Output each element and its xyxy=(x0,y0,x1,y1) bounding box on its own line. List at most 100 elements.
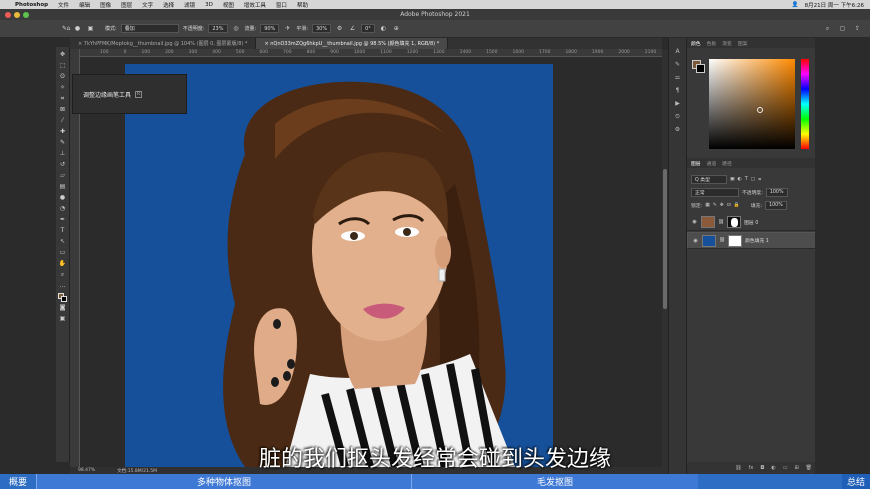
history-panel-icon[interactable]: ⏲ xyxy=(673,113,682,121)
minimize-window-button[interactable] xyxy=(14,12,20,18)
chain-link-icon[interactable]: ⛓ xyxy=(719,238,725,243)
airbrush-icon[interactable]: ✈ xyxy=(283,25,292,33)
tab-gradients[interactable]: 渐变 xyxy=(722,40,732,47)
filter-image-icon[interactable]: ▣ xyxy=(730,177,735,182)
smooth-settings-icon[interactable]: ⚙ xyxy=(335,25,344,33)
eraser-tool-icon[interactable]: ▱ xyxy=(58,172,67,180)
chapter-hair-cutout[interactable]: 毛发抠图 xyxy=(411,474,698,489)
healing-tool-icon[interactable]: ✚ xyxy=(58,128,67,136)
menu-select[interactable]: 选择 xyxy=(158,1,179,9)
visibility-eye-icon[interactable]: ◉ xyxy=(691,219,698,225)
pen-tool-icon[interactable]: ✒ xyxy=(58,216,67,224)
lock-move-icon[interactable]: ✥ xyxy=(720,203,724,208)
menu-plugins[interactable]: 增效工具 xyxy=(239,1,271,9)
lock-artboard-icon[interactable]: ⊡ xyxy=(727,203,731,208)
tab-patterns[interactable]: 图案 xyxy=(738,40,748,47)
screen-mode-icon[interactable]: ▣ xyxy=(58,315,67,323)
dodge-tool-icon[interactable]: ◔ xyxy=(58,205,67,213)
blur-tool-icon[interactable]: ● xyxy=(58,194,67,202)
search-icon[interactable]: ⌕ xyxy=(823,25,832,33)
flow-input[interactable]: 90% xyxy=(260,24,280,33)
hand-tool-icon[interactable]: ✋ xyxy=(58,260,67,268)
actions-panel-icon[interactable]: ▶ xyxy=(673,100,682,108)
menu-type[interactable]: 文字 xyxy=(137,1,158,9)
adjustments-panel-icon[interactable]: ⚌ xyxy=(673,74,682,82)
chapter-multiple-objects[interactable]: 多种物体抠图 xyxy=(36,474,411,489)
chapter-gap[interactable] xyxy=(698,474,842,489)
type-tool-icon[interactable]: T xyxy=(58,227,67,235)
color-picker-cursor[interactable] xyxy=(757,107,763,113)
layer-thumbnail[interactable] xyxy=(702,234,716,247)
tab-swatches[interactable]: 色板 xyxy=(707,40,717,47)
home-icon[interactable]: ⌂ xyxy=(64,25,73,33)
chain-link-icon[interactable]: ⛓ xyxy=(718,220,724,225)
pressure-size-icon[interactable]: ◐ xyxy=(379,25,388,33)
canvas-area[interactable] xyxy=(80,57,662,467)
menu-3d[interactable]: 3D xyxy=(200,2,218,8)
lasso-tool-icon[interactable]: ʘ xyxy=(58,73,67,81)
visibility-eye-icon[interactable]: ◉ xyxy=(692,238,699,244)
tab-channels[interactable]: 通道 xyxy=(707,160,717,167)
eyedropper-tool-icon[interactable]: ⁄ xyxy=(58,117,67,125)
scrollbar-thumb[interactable] xyxy=(663,169,667,309)
workspace-icon[interactable]: ▢ xyxy=(838,25,847,33)
menubar-clock[interactable]: 8月21日 周一 下午6:26 xyxy=(805,1,864,9)
background-color-swatch[interactable] xyxy=(696,64,705,73)
layer-opacity-input[interactable]: 100% xyxy=(765,188,788,197)
history-brush-tool-icon[interactable]: ↺ xyxy=(58,161,67,169)
angle-input[interactable]: 0° xyxy=(361,24,375,33)
smooth-input[interactable]: 30% xyxy=(312,24,332,33)
opacity-input[interactable]: 23% xyxy=(208,24,228,33)
close-window-button[interactable] xyxy=(5,12,11,18)
marquee-tool-icon[interactable]: ⬚ xyxy=(58,62,67,70)
frame-tool-icon[interactable]: ⊠ xyxy=(58,106,67,114)
menu-layer[interactable]: 图层 xyxy=(116,1,137,9)
stamp-tool-icon[interactable]: ⊥ xyxy=(58,150,67,158)
shape-tool-icon[interactable]: ▭ xyxy=(58,249,67,257)
lock-paint-icon[interactable]: ✎ xyxy=(713,203,717,208)
quick-mask-icon[interactable]: ◙ xyxy=(58,304,67,312)
layer-name[interactable]: 颜色填充 1 xyxy=(745,237,769,244)
layer-mask-thumbnail[interactable] xyxy=(728,234,743,247)
more-tools-icon[interactable]: … xyxy=(58,282,67,290)
brush-size-icon[interactable]: ● xyxy=(73,25,82,33)
filter-shape-icon[interactable]: ▢ xyxy=(751,177,756,182)
mode-select[interactable]: 叠加 xyxy=(120,24,179,33)
chapter-overview[interactable]: 概要 xyxy=(0,474,36,489)
path-select-tool-icon[interactable]: ↖ xyxy=(58,238,67,246)
tab-layers[interactable]: 图层 xyxy=(691,160,701,167)
brush-panel-icon[interactable]: ✎ xyxy=(673,61,682,69)
character-panel-icon[interactable]: A xyxy=(673,48,682,56)
gradient-tool-icon[interactable]: ▤ xyxy=(58,183,67,191)
layer-filter-select[interactable]: Q 类型 xyxy=(691,175,727,184)
filter-smart-icon[interactable]: ⌗ xyxy=(758,177,761,183)
layer-thumbnail[interactable] xyxy=(701,216,715,228)
tab-document-2[interactable]: × nQnO33mZQg6hkpU__thumbnail.jpg @ 98.5%… xyxy=(256,38,449,49)
menu-window[interactable]: 窗口 xyxy=(271,1,292,9)
zoom-tool-icon[interactable]: ⌕ xyxy=(58,271,67,279)
pressure-opacity-icon[interactable]: ◎ xyxy=(232,25,241,33)
color-picker-field[interactable] xyxy=(709,59,795,149)
properties-panel-icon[interactable]: ⚙ xyxy=(673,126,682,134)
paragraph-panel-icon[interactable]: ¶ xyxy=(673,87,682,95)
chapter-summary[interactable]: 总结 xyxy=(842,474,870,489)
layer-name[interactable]: 图层 0 xyxy=(744,219,758,226)
filter-type-icon[interactable]: T xyxy=(745,177,748,182)
menu-app-name[interactable]: Photoshop xyxy=(10,2,53,8)
menu-view[interactable]: 视图 xyxy=(218,1,239,9)
share-icon[interactable]: ⇪ xyxy=(853,25,862,33)
quick-select-tool-icon[interactable]: ✧ xyxy=(58,84,67,92)
tab-paths[interactable]: 路径 xyxy=(722,160,732,167)
menu-edit[interactable]: 编辑 xyxy=(74,1,95,9)
horizontal-ruler[interactable]: 100 0 100 200 300 400 500 600 700 800 900 1000 1100 1… xyxy=(80,49,662,57)
user-icon[interactable]: 👤 xyxy=(792,2,799,8)
brush-settings-icon[interactable]: ▣ xyxy=(86,25,95,33)
layer-mask-thumbnail[interactable] xyxy=(727,216,742,228)
lock-pixels-icon[interactable]: ▦ xyxy=(705,203,710,208)
brush-tool-icon[interactable]: ✎ xyxy=(58,139,67,147)
move-tool-icon[interactable]: ✥ xyxy=(58,51,67,59)
symmetry-icon[interactable]: ⊕ xyxy=(392,25,401,33)
fill-input[interactable]: 100% xyxy=(765,201,787,210)
filter-adjust-icon[interactable]: ◐ xyxy=(738,177,742,182)
zoom-window-button[interactable] xyxy=(23,12,29,18)
